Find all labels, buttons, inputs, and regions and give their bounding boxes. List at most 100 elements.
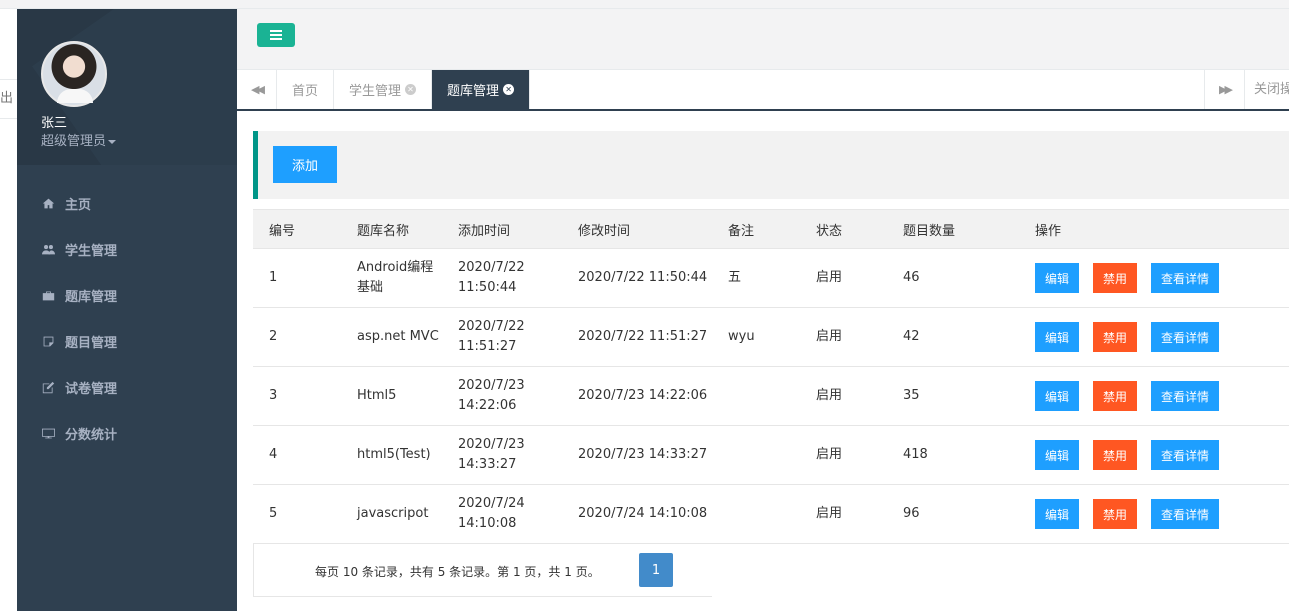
disable-button[interactable]: 禁用 [1093, 322, 1137, 352]
cell-id: 3 [253, 366, 341, 426]
pagination-summary: 每页 10 条记录，共有 5 条记录。第 1 页，共 1 页。 [315, 565, 600, 579]
cell-modified-time: 2020/7/23 14:22:06 [562, 366, 712, 426]
sidebar-item-question-bank[interactable]: 题库管理 [17, 272, 237, 318]
cell-modified-time: 2020/7/23 14:33:27 [562, 425, 712, 485]
cell-modified-time: 2020/7/22 11:50:44 [562, 248, 712, 308]
view-details-button[interactable]: 查看详情 [1151, 440, 1219, 470]
column-header: 备注 [712, 209, 800, 249]
disable-button[interactable]: 禁用 [1093, 263, 1137, 293]
cell-status: 启用 [800, 307, 887, 367]
column-header: 修改时间 [562, 209, 712, 249]
cell-id: 1 [253, 248, 341, 308]
edit-button[interactable]: 编辑 [1035, 499, 1079, 529]
cell-count: 418 [887, 425, 1019, 485]
column-header: 添加时间 [442, 209, 562, 249]
disable-button[interactable]: 禁用 [1093, 440, 1137, 470]
sidebar-item-label: 主页 [65, 197, 92, 213]
cell-note: 五 [712, 248, 800, 308]
column-header: 状态 [800, 209, 887, 249]
cell-added-time: 2020/7/22 11:50:44 [442, 248, 562, 308]
cell-count: 46 [887, 248, 1019, 308]
logout-link-cut[interactable]: 出 [0, 79, 17, 119]
tab-bar: ◀◀ 首页 学生管理 ✕ 题库管理 ✕ ▶▶ 关闭操作 [237, 70, 1289, 111]
sidebar-item-label: 题目管理 [65, 335, 118, 351]
tab-close-operations-button[interactable]: 关闭操作 [1244, 70, 1289, 109]
edit-button[interactable]: 编辑 [1035, 322, 1079, 352]
hamburger-icon [270, 34, 282, 36]
cell-count: 35 [887, 366, 1019, 426]
cell-modified-time: 2020/7/24 14:10:08 [562, 484, 712, 544]
avatar[interactable] [41, 41, 107, 107]
sidebar-item-home[interactable]: 主页 [17, 180, 237, 226]
table-row: 5 javascripot 2020/7/24 14:10:08 2020/7/… [253, 484, 1289, 544]
tab-label: 学生管理 [349, 84, 402, 99]
tab-question-bank[interactable]: 题库管理 ✕ [432, 70, 531, 109]
view-details-button[interactable]: 查看详情 [1151, 381, 1219, 411]
cell-note: wyu [712, 307, 800, 367]
note-icon [41, 334, 55, 348]
table-row: 2 asp.net MVC 2020/7/22 11:51:27 2020/7/… [253, 307, 1289, 367]
left-edge-strip: 出 [0, 9, 17, 611]
sidebar-item-scores[interactable]: 分数统计 [17, 410, 237, 456]
table-row: 1 Android编程基础 2020/7/22 11:50:44 2020/7/… [253, 248, 1289, 308]
cell-name: Html5 [341, 366, 442, 426]
app-window: 出 张三 超级管理员 主页 学生管理 题库管理 题目管理 试卷管理 分数统计 ◀… [0, 0, 1289, 611]
sidebar-item-label: 学生管理 [65, 243, 118, 259]
sidebar-item-label: 题库管理 [65, 289, 118, 305]
tab-students[interactable]: 学生管理 ✕ [334, 70, 433, 109]
close-icon[interactable]: ✕ [503, 84, 515, 95]
double-right-icon: ▶▶ [1219, 83, 1233, 96]
cell-added-time: 2020/7/22 11:51:27 [442, 307, 562, 367]
sidebar-nav: 主页 学生管理 题库管理 题目管理 试卷管理 分数统计 [17, 180, 237, 456]
tab-home[interactable]: 首页 [277, 70, 335, 109]
user-role-label: 超级管理员 [41, 134, 107, 149]
menu-toggle-button[interactable] [257, 23, 295, 47]
view-details-button[interactable]: 查看详情 [1151, 499, 1219, 529]
cell-count: 96 [887, 484, 1019, 544]
sidebar-item-students[interactable]: 学生管理 [17, 226, 237, 272]
sidebar: 张三 超级管理员 主页 学生管理 题库管理 题目管理 试卷管理 分数统计 [17, 9, 237, 611]
edit-icon [41, 380, 55, 394]
edit-button[interactable]: 编辑 [1035, 440, 1079, 470]
add-button[interactable]: 添加 [273, 146, 337, 183]
cell-modified-time: 2020/7/22 11:51:27 [562, 307, 712, 367]
cell-status: 启用 [800, 366, 887, 426]
cell-added-time: 2020/7/23 14:22:06 [442, 366, 562, 426]
table-header-row: 编号 题库名称 添加时间 修改时间 备注 状态 题目数量 操作 [253, 209, 1289, 249]
close-icon[interactable]: ✕ [405, 84, 417, 95]
user-role-dropdown[interactable]: 超级管理员 [41, 130, 117, 149]
users-icon [41, 242, 55, 256]
cell-id: 4 [253, 425, 341, 485]
cell-note [712, 425, 800, 485]
sidebar-item-papers[interactable]: 试卷管理 [17, 364, 237, 410]
briefcase-icon [41, 288, 55, 302]
page-button-current[interactable]: 1 [639, 553, 673, 587]
tab-label: 题库管理 [447, 84, 500, 99]
cell-status: 启用 [800, 248, 887, 308]
view-details-button[interactable]: 查看详情 [1151, 322, 1219, 352]
cell-status: 启用 [800, 484, 887, 544]
double-left-icon: ◀◀ [251, 83, 265, 96]
edit-button[interactable]: 编辑 [1035, 381, 1079, 411]
sidebar-item-label: 分数统计 [65, 427, 118, 443]
monitor-icon [41, 426, 55, 440]
tab-scroll-left-button[interactable]: ◀◀ [237, 70, 277, 109]
view-details-button[interactable]: 查看详情 [1151, 263, 1219, 293]
cell-name: html5(Test) [341, 425, 442, 485]
cell-name: javascripot [341, 484, 442, 544]
cell-name: Android编程基础 [341, 248, 442, 308]
top-header [237, 9, 1289, 70]
column-header: 题库名称 [341, 209, 442, 249]
cell-id: 2 [253, 307, 341, 367]
sidebar-item-questions[interactable]: 题目管理 [17, 318, 237, 364]
disable-button[interactable]: 禁用 [1093, 381, 1137, 411]
pagination: 每页 10 条记录，共有 5 条记录。第 1 页，共 1 页。 1 [253, 544, 712, 597]
tab-scroll-right-button[interactable]: ▶▶ [1204, 70, 1244, 109]
cell-actions: 编辑 禁用 查看详情 [1019, 366, 1289, 426]
cell-added-time: 2020/7/23 14:33:27 [442, 425, 562, 485]
cell-actions: 编辑 禁用 查看详情 [1019, 248, 1289, 308]
main-content: 添加 编号 题库名称 添加时间 修改时间 备注 状态 题目数量 操作 1 And… [237, 112, 1289, 611]
column-header: 题目数量 [887, 209, 1019, 249]
disable-button[interactable]: 禁用 [1093, 499, 1137, 529]
edit-button[interactable]: 编辑 [1035, 263, 1079, 293]
